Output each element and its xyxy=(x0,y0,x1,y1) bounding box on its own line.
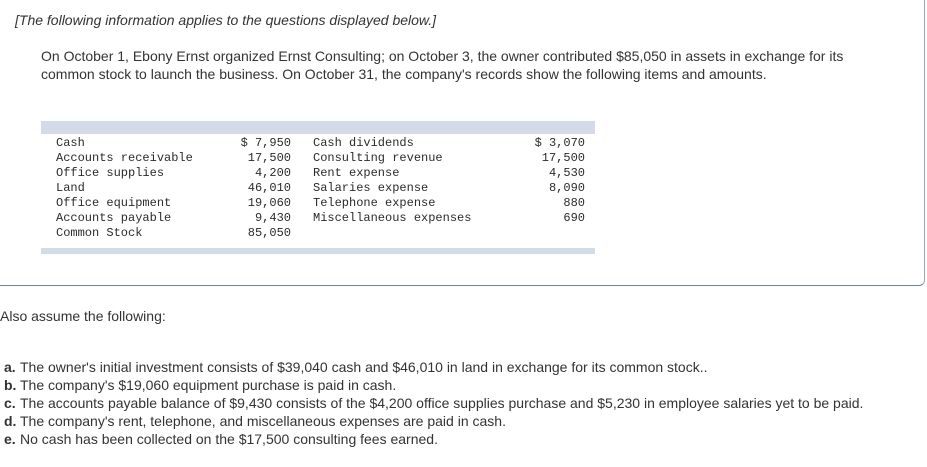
ledger-value: $ 3,070 xyxy=(534,136,585,150)
ledger-value: 85,050 xyxy=(247,226,291,240)
ledger-footer-band xyxy=(41,248,595,254)
ledger-label: Telephone expense xyxy=(313,196,436,210)
ledger-right-labels: Cash dividends Consulting revenue Rent e… xyxy=(313,136,471,226)
ledger-header-band xyxy=(41,121,595,134)
ledger-value: 4,530 xyxy=(548,166,585,180)
ledger-value: 17,500 xyxy=(247,151,291,165)
assumption-letter: e. xyxy=(4,431,16,447)
ledger-value: 46,010 xyxy=(247,181,291,195)
assumption-text: No cash has been collected on the $17,50… xyxy=(20,431,438,447)
assumption-letter: a. xyxy=(4,359,16,375)
ledger-label: Cash dividends xyxy=(313,136,414,150)
assumption-text: The accounts payable balance of $9,430 c… xyxy=(20,395,864,411)
ledger-value: 19,060 xyxy=(247,196,291,210)
assumption-text: The company's rent, telephone, and misce… xyxy=(20,413,506,429)
ledger-value: 9,430 xyxy=(254,211,291,225)
intro-note: [The following information applies to th… xyxy=(15,12,437,28)
assumption-letter: c. xyxy=(4,395,16,411)
assumption-item: b. The company's $19,060 equipment purch… xyxy=(4,376,924,394)
ledger-left-values: $ 7,950 17,500 4,200 46,010 19,060 9,430… xyxy=(221,136,291,241)
assumption-letter: d. xyxy=(4,413,17,429)
ledger-label: Land xyxy=(56,181,85,195)
ledger-left-labels: Cash Accounts receivable Office supplies… xyxy=(56,136,193,241)
assumption-item: c. The accounts payable balance of $9,43… xyxy=(4,394,924,412)
ledger-value: 8,090 xyxy=(548,181,585,195)
ledger-label: Salaries expense xyxy=(313,181,429,195)
assumption-item: a. The owner's initial investment consis… xyxy=(4,358,924,376)
ledger-value: $ 7,950 xyxy=(240,136,291,150)
assumption-item: e. No cash has been collected on the $17… xyxy=(4,430,924,448)
assumption-text: The company's $19,060 equipment purchase… xyxy=(20,377,397,393)
ledger-label: Accounts receivable xyxy=(56,151,193,165)
ledger-label: Office supplies xyxy=(56,166,165,180)
assumption-letter: b. xyxy=(4,377,17,393)
assumptions-list: a. The owner's initial investment consis… xyxy=(4,358,924,448)
ledger-label: Office equipment xyxy=(56,196,172,210)
intro-paragraph: On October 1, Ebony Ernst organized Erns… xyxy=(41,48,844,82)
also-assume-heading: Also assume the following: xyxy=(0,308,166,324)
ledger-label: Rent expense xyxy=(313,166,400,180)
information-panel: [The following information applies to th… xyxy=(0,0,925,286)
ledger-label: Accounts payable xyxy=(56,211,172,225)
assumption-text: The owner's initial investment consists … xyxy=(20,359,708,375)
ledger-table: Cash Accounts receivable Office supplies… xyxy=(41,121,595,254)
ledger-right-values: $ 3,070 17,500 4,530 8,090 880 690 xyxy=(511,136,585,226)
ledger-value: 4,200 xyxy=(254,166,291,180)
ledger-value: 690 xyxy=(563,211,585,225)
ledger-value: 880 xyxy=(563,196,585,210)
ledger-label: Cash xyxy=(56,136,85,150)
ledger-label: Miscellaneous expenses xyxy=(313,211,472,225)
ledger-label: Consulting revenue xyxy=(313,151,443,165)
ledger-value: 17,500 xyxy=(541,151,585,165)
ledger-label: Common Stock xyxy=(56,226,143,240)
assumption-item: d. The company's rent, telephone, and mi… xyxy=(4,412,924,430)
